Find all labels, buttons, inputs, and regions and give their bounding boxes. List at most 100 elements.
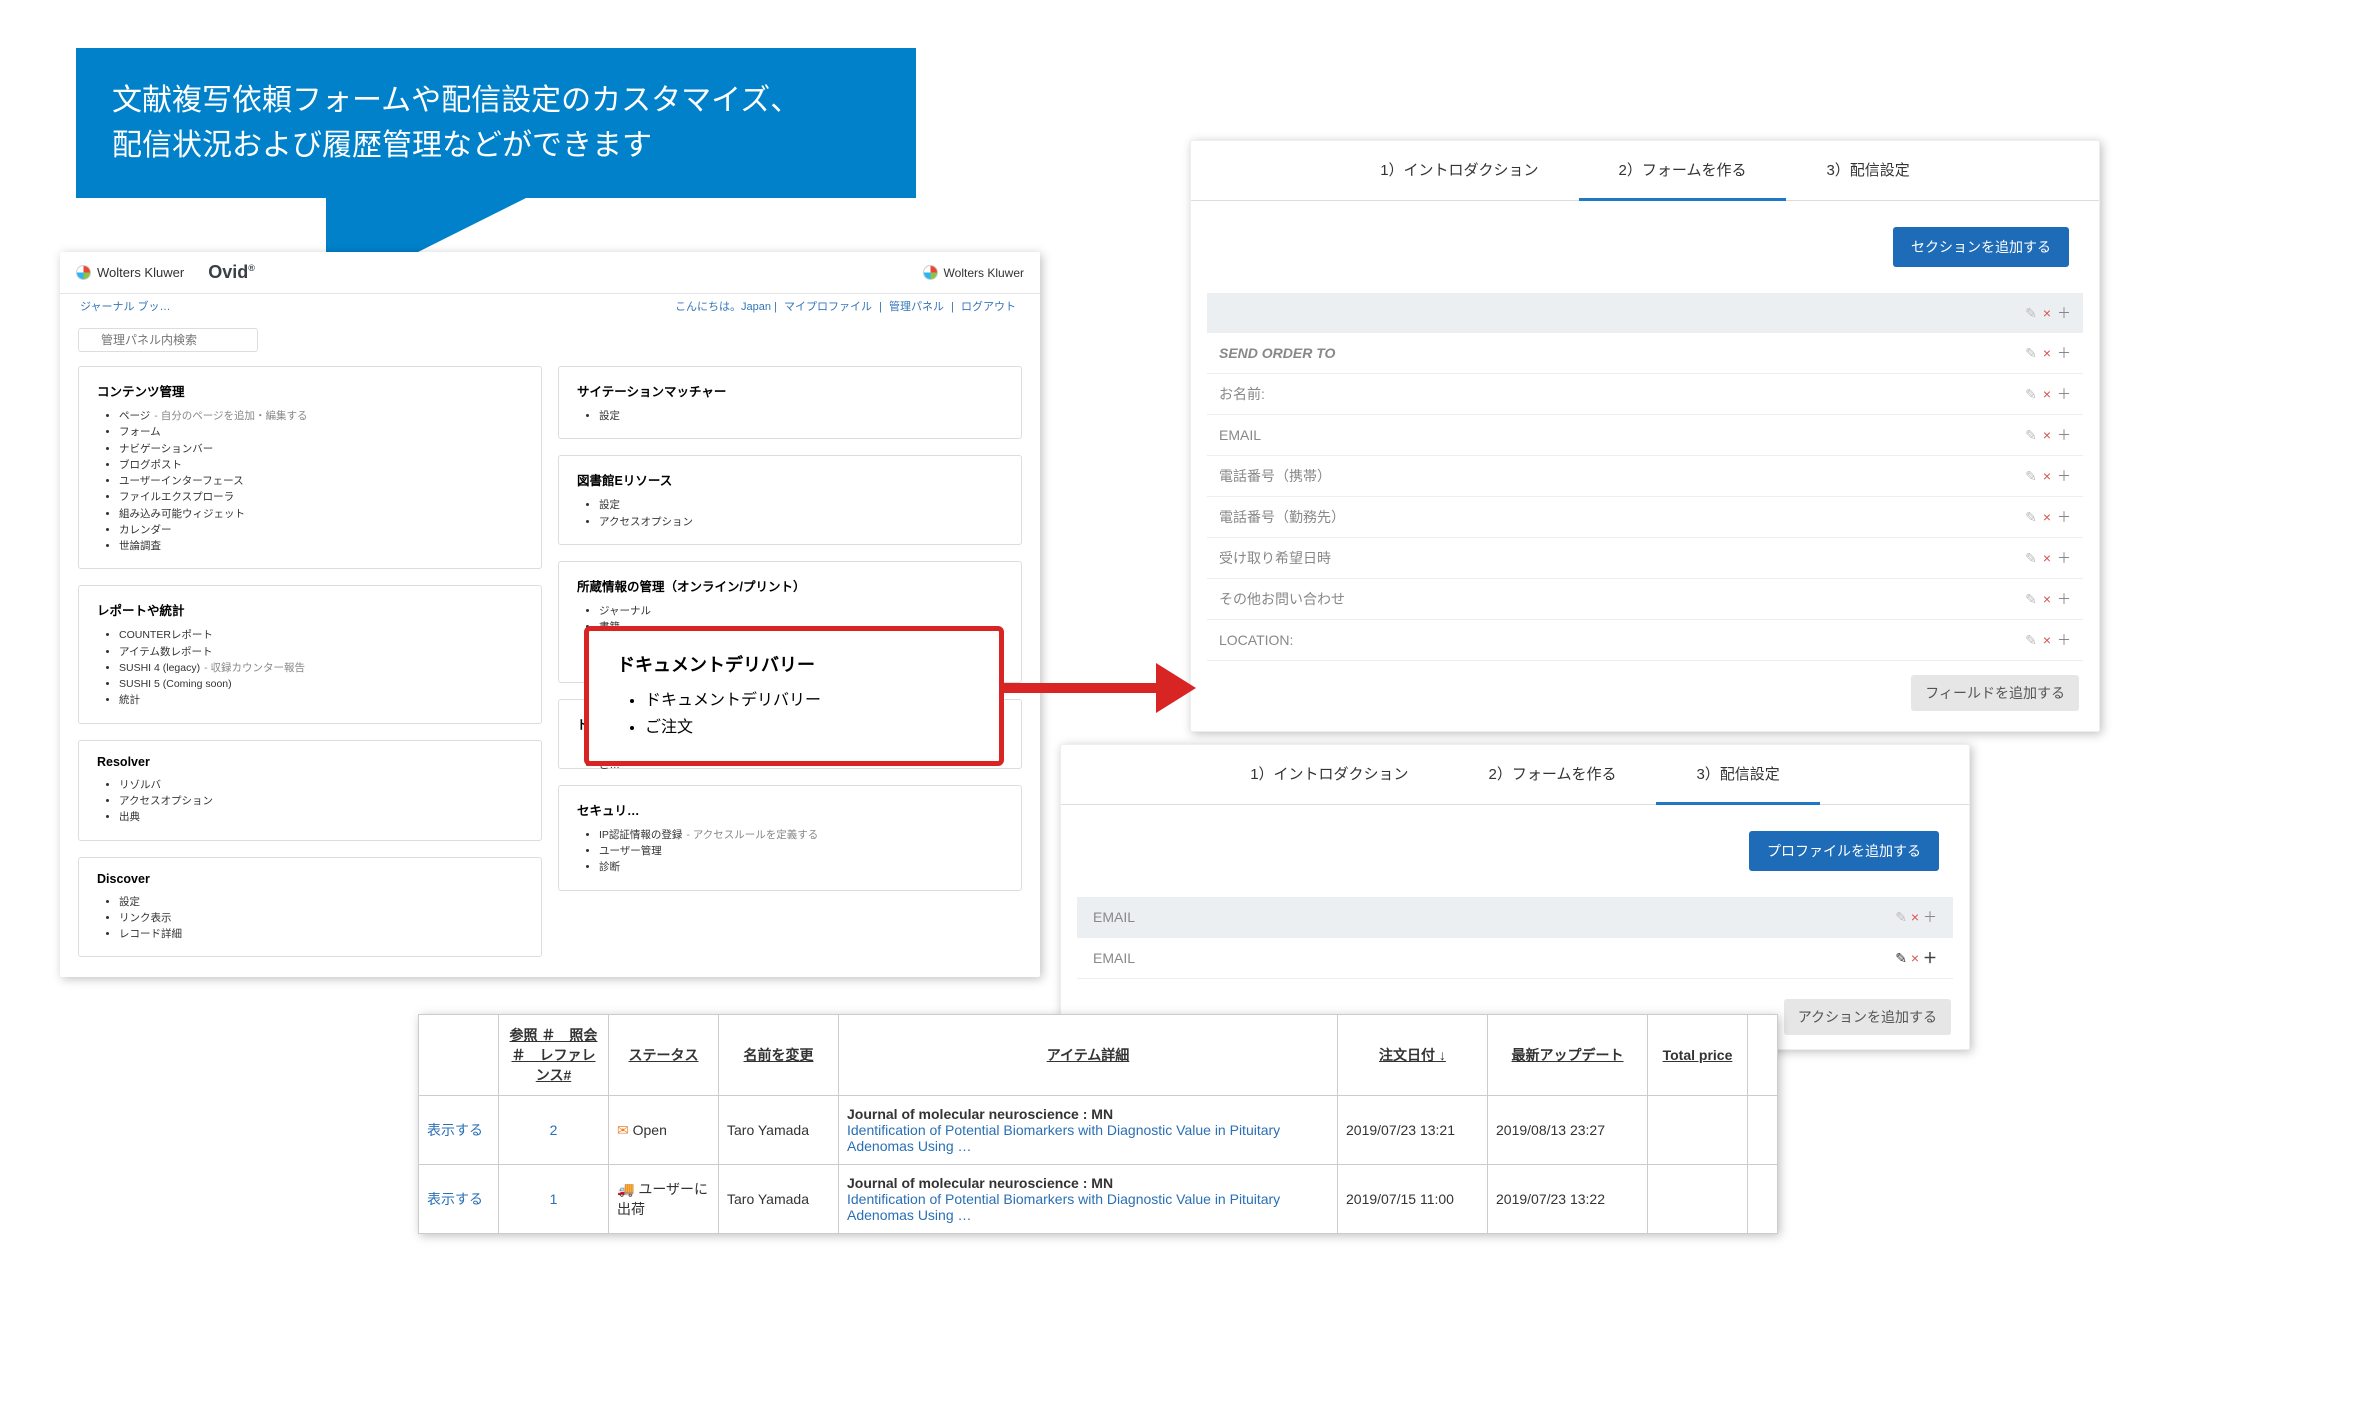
th-upd[interactable]: 最新アップデート <box>1488 1015 1648 1096</box>
add-icon[interactable] <box>2057 303 2071 323</box>
delete-icon[interactable] <box>2043 305 2051 321</box>
dist-row: EMAIL <box>1077 938 1953 979</box>
ref-link[interactable]: 1 <box>499 1165 609 1234</box>
th-price[interactable]: Total price <box>1648 1015 1748 1096</box>
list-item[interactable]: IP認証情報の登録- アクセスルールを定義する <box>599 827 1003 843</box>
ref-link[interactable]: 2 <box>499 1096 609 1165</box>
list-item[interactable]: ページ- 自分のページを追加・編集する <box>119 408 523 424</box>
upd-cell: 2019/08/13 23:27 <box>1488 1096 1648 1165</box>
add-icon[interactable] <box>2057 343 2071 363</box>
nav-adminpanel[interactable]: 管理パネル <box>889 301 944 313</box>
delete-icon[interactable] <box>1911 950 1919 966</box>
add-icon[interactable] <box>2057 548 2071 568</box>
add-field-button[interactable]: フィールドを追加する <box>1911 675 2079 711</box>
distribution-panel: 1）イントロダクション 2）フォームを作る 3）配信設定 プロファイルを追加する… <box>1060 744 1970 1050</box>
add-icon[interactable] <box>2057 507 2071 527</box>
delete-icon[interactable] <box>2043 509 2051 525</box>
edit-icon[interactable] <box>2025 468 2037 485</box>
nav-myprofile[interactable]: マイプロファイル <box>784 301 872 313</box>
list-item[interactable]: アイテム数レポート <box>119 644 523 660</box>
tab-form-2[interactable]: 2）フォームを作る <box>1449 745 1657 804</box>
edit-icon[interactable] <box>2025 509 2037 526</box>
edit-icon[interactable] <box>2025 345 2037 362</box>
box-security: セキュリ… IP認証情報の登録- アクセスルールを定義する ユーザー管理 診断 <box>558 785 1022 891</box>
delete-icon[interactable] <box>2043 632 2051 648</box>
list-item[interactable]: リンク表示 <box>119 910 523 926</box>
list-item[interactable]: 統計 <box>119 692 523 708</box>
add-icon[interactable] <box>1923 909 1937 925</box>
view-link[interactable]: 表示する <box>419 1096 499 1165</box>
list-item[interactable]: 出典 <box>119 809 523 825</box>
add-section-button[interactable]: セクションを追加する <box>1893 227 2069 267</box>
tab-dist-2[interactable]: 3）配信設定 <box>1656 745 1819 805</box>
list-item[interactable]: 設定 <box>119 894 523 910</box>
box-content: コンテンツ管理 ページ- 自分のページを追加・編集する フォーム ナビゲーション… <box>78 366 542 569</box>
field-label: EMAIL <box>1219 427 1261 443</box>
nav-left[interactable]: ジャーナル ブッ… <box>80 298 171 314</box>
list-item[interactable]: カレンダー <box>119 522 523 538</box>
list-item[interactable]: ジャーナル <box>599 603 1003 619</box>
list-item[interactable]: ブログポスト <box>119 457 523 473</box>
add-action-button[interactable]: アクションを追加する <box>1784 999 1951 1035</box>
list-item[interactable]: ファイルエクスプローラ <box>119 489 523 505</box>
list-item[interactable]: アクセスオプション <box>599 514 1003 530</box>
add-icon[interactable] <box>1923 950 1937 966</box>
list-item[interactable]: フォーム <box>119 424 523 440</box>
delete-icon[interactable] <box>2043 345 2051 361</box>
edit-icon[interactable] <box>2025 591 2037 608</box>
th-status[interactable]: ステータス <box>609 1015 719 1096</box>
delete-icon[interactable] <box>2043 427 2051 443</box>
list-item[interactable]: SUSHI 4 (legacy)- 収録カウンター報告 <box>119 660 523 676</box>
field-label: 電話番号（勤務先） <box>1219 507 1345 527</box>
tab-dist[interactable]: 3）配信設定 <box>1786 141 1949 200</box>
box-discover: Discover 設定 リンク表示 レコード詳細 <box>78 857 542 958</box>
th-name[interactable]: 名前を変更 <box>719 1015 839 1096</box>
nav-logout[interactable]: ログアウト <box>961 301 1016 313</box>
form-field-row: EMAIL <box>1207 415 2083 456</box>
edit-icon[interactable] <box>2025 305 2037 322</box>
edit-icon[interactable] <box>2025 386 2037 403</box>
view-link[interactable]: 表示する <box>419 1165 499 1234</box>
add-icon[interactable] <box>2057 384 2071 404</box>
add-icon[interactable] <box>2057 589 2071 609</box>
tab-intro-2[interactable]: 1）イントロダクション <box>1210 745 1448 804</box>
delete-icon[interactable] <box>2043 468 2051 484</box>
list-item[interactable]: ナビゲーションバー <box>119 441 523 457</box>
delete-icon[interactable] <box>2043 550 2051 566</box>
add-icon[interactable] <box>2057 466 2071 486</box>
list-item[interactable]: ユーザーインターフェース <box>119 473 523 489</box>
list-item[interactable]: 診断 <box>599 859 1003 875</box>
callout-banner: 文献複写依頼フォームや配信設定のカスタマイズ、 配信状況および履歴管理などができ… <box>76 48 916 198</box>
add-icon[interactable] <box>2057 630 2071 650</box>
edit-icon[interactable] <box>2025 427 2037 444</box>
delete-icon[interactable] <box>2043 591 2051 607</box>
list-item[interactable]: 設定 <box>599 408 1003 424</box>
box-title: セキュリ… <box>577 800 1003 819</box>
th-ref[interactable]: 参照 ＃ 照会＃ レファレンス# <box>499 1015 609 1096</box>
delete-icon[interactable] <box>1911 909 1919 925</box>
tab-intro[interactable]: 1）イントロダクション <box>1340 141 1578 200</box>
list-item[interactable]: 組み込み可能ウィジェット <box>119 506 523 522</box>
th-date[interactable]: 注文日付 ↓ <box>1338 1015 1488 1096</box>
list-item[interactable]: 設定 <box>599 497 1003 513</box>
edit-icon[interactable] <box>2025 632 2037 649</box>
list-item[interactable]: ユーザー管理 <box>599 843 1003 859</box>
docdel-item-1[interactable]: ドキュメントデリバリー <box>645 687 971 714</box>
edit-icon[interactable] <box>1895 909 1907 925</box>
field-label: お名前: <box>1219 384 1265 404</box>
docdel-item-2[interactable]: ご注文 <box>645 714 971 741</box>
list-item[interactable]: COUNTERレポート <box>119 627 523 643</box>
list-item[interactable]: リゾルバ <box>119 777 523 793</box>
tab-form[interactable]: 2）フォームを作る <box>1579 141 1787 201</box>
list-item[interactable]: アクセスオプション <box>119 793 523 809</box>
th-item[interactable]: アイテム詳細 <box>839 1015 1338 1096</box>
admin-search-input[interactable] <box>78 328 258 352</box>
edit-icon[interactable] <box>2025 550 2037 567</box>
edit-icon[interactable] <box>1895 950 1907 966</box>
delete-icon[interactable] <box>2043 386 2051 402</box>
add-profile-button[interactable]: プロファイルを追加する <box>1749 831 1939 871</box>
list-item[interactable]: SUSHI 5 (Coming soon) <box>119 676 523 692</box>
list-item[interactable]: レコード詳細 <box>119 926 523 942</box>
add-icon[interactable] <box>2057 425 2071 445</box>
list-item[interactable]: 世論調査 <box>119 538 523 554</box>
